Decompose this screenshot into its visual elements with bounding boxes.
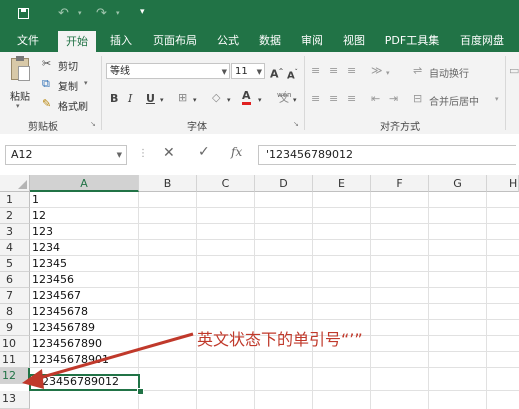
annotation-text: 英文状态下的单引号“’” [197,330,363,349]
